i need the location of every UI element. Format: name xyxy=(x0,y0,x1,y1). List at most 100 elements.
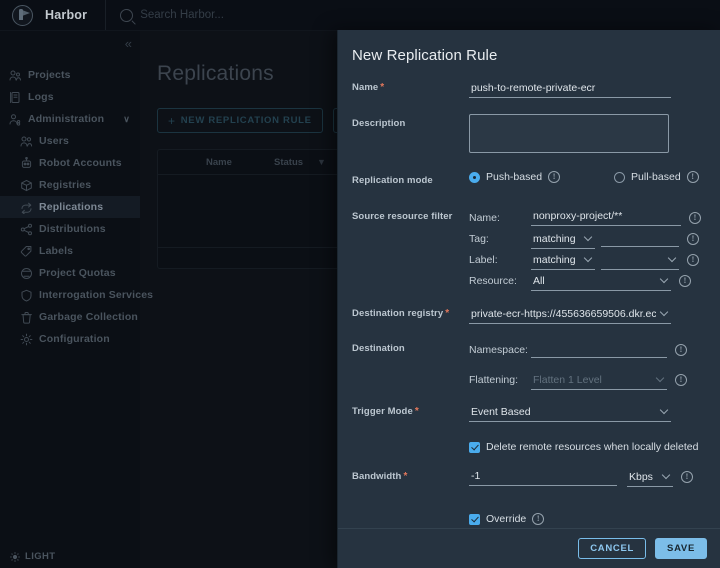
name-input[interactable] xyxy=(469,81,671,98)
sidebar-item-configuration[interactable]: Configuration xyxy=(0,328,140,350)
info-icon[interactable]: ! xyxy=(689,212,701,224)
filter-label-value-select[interactable] xyxy=(601,253,679,270)
robot-icon xyxy=(20,157,33,170)
new-replication-rule-button[interactable]: + NEW REPLICATION RULE xyxy=(157,108,323,133)
theme-toggle[interactable]: LIGHT xyxy=(10,551,56,562)
radio-push-based-indicator[interactable] xyxy=(469,172,480,183)
required-marker: * xyxy=(403,471,407,482)
destination-flattening-row: Flattening: Flatten 1 LevelNo Flattening… xyxy=(469,369,707,390)
sidebar-item-projects[interactable]: Projects xyxy=(0,64,140,86)
delete-remote-checkbox-row[interactable]: Delete remote resources when locally del… xyxy=(469,441,707,453)
radio-pull-based-indicator[interactable] xyxy=(614,172,625,183)
sidebar-item-interrogation-services[interactable]: Interrogation Services xyxy=(0,284,140,306)
search-input[interactable] xyxy=(140,9,330,21)
field-row-bandwidth: Bandwidth* KbpsMbps ! xyxy=(352,467,707,491)
override-checkbox-row[interactable]: Override ! xyxy=(469,513,707,525)
info-icon[interactable]: ! xyxy=(687,254,699,266)
destination-registry-select-wrap: private-ecr-https://455636659506.dkr.ecr… xyxy=(469,304,671,324)
search-icon xyxy=(120,9,133,22)
destination-namespace-input[interactable] xyxy=(531,341,667,358)
sidebar-item-logs[interactable]: Logs xyxy=(0,86,140,108)
filter-label-mode-select[interactable]: matchingexcluding xyxy=(531,253,595,270)
harbor-app: Harbor « Projects LogsAdministration∨User… xyxy=(0,0,720,568)
bandwidth-unit-select[interactable]: KbpsMbps xyxy=(627,470,673,487)
filter-name-field: ! xyxy=(531,209,701,226)
labels-icon xyxy=(20,245,33,258)
filter-resource-select[interactable]: AllImageChart xyxy=(531,274,671,291)
distributions-icon xyxy=(20,223,33,236)
cancel-button[interactable]: CANCEL xyxy=(578,538,646,559)
destination-registry-field: private-ecr-https://455636659506.dkr.ecr… xyxy=(469,304,707,324)
filter-row-resource: Resource: AllImageChart ! xyxy=(469,270,707,291)
override-checkbox[interactable] xyxy=(469,514,480,525)
trigger-mode-field: Event BasedManualScheduled xyxy=(469,402,707,422)
save-button[interactable]: SAVE xyxy=(655,538,707,559)
sidebar-collapse-row[interactable]: « xyxy=(0,30,140,56)
source-resource-filter-rows: Name: ! Tag: matchingexcluding xyxy=(469,207,707,291)
interrogation-services-icon xyxy=(20,289,33,302)
filter-icon[interactable]: ▼ xyxy=(317,157,326,167)
modal-title: New Replication Rule xyxy=(352,47,720,64)
field-row-name: Name* xyxy=(352,78,707,102)
sidebar-item-replications[interactable]: Replications xyxy=(0,196,140,218)
filter-resource-label: Resource: xyxy=(469,275,531,287)
sidebar-item-registries[interactable]: Registries xyxy=(0,174,140,196)
double-chevron-left-icon[interactable]: « xyxy=(125,37,130,50)
info-icon[interactable]: ! xyxy=(687,233,699,245)
sidebar-item-label: Replications xyxy=(39,201,103,213)
info-icon[interactable]: ! xyxy=(687,171,699,183)
trigger-mode-select[interactable]: Event BasedManualScheduled xyxy=(469,405,671,422)
destination-registry-label: Destination registry* xyxy=(352,304,469,319)
sidebar-item-users[interactable]: Users xyxy=(0,130,140,152)
sidebar-item-labels[interactable]: Labels xyxy=(0,240,140,262)
info-icon[interactable]: ! xyxy=(532,513,544,525)
description-textarea[interactable] xyxy=(469,114,669,153)
bandwidth-input[interactable] xyxy=(469,469,617,486)
info-icon[interactable]: ! xyxy=(679,275,691,287)
replications-icon xyxy=(20,201,33,214)
sidebar-item-label: Labels xyxy=(39,245,73,257)
info-icon[interactable]: ! xyxy=(681,471,693,483)
trigger-mode-label: Trigger Mode* xyxy=(352,402,469,417)
info-icon[interactable]: ! xyxy=(675,374,687,386)
delete-remote-label: Delete remote resources when locally del… xyxy=(486,441,698,453)
brand[interactable]: Harbor xyxy=(0,0,87,30)
sidebar-item-label: Garbage Collection xyxy=(39,311,138,323)
destination-registry-select[interactable]: private-ecr-https://455636659506.dkr.ecr… xyxy=(469,307,671,324)
destination-flattening-select[interactable]: Flatten 1 LevelNo FlatteningFlatten All … xyxy=(531,373,667,390)
gear-icon xyxy=(20,333,33,346)
filter-label-label: Label: xyxy=(469,254,531,266)
modal-footer: CANCEL SAVE xyxy=(338,528,720,568)
sidebar-item-label: Registries xyxy=(39,179,91,191)
filter-row-label: Label: matchingexcluding ! xyxy=(469,249,707,270)
name-field-wrap xyxy=(469,78,707,98)
sidebar-item-administration[interactable]: Administration∨ xyxy=(0,108,140,130)
chevron-down-icon[interactable]: ∨ xyxy=(123,114,130,125)
table-header-status-label: Status xyxy=(274,157,303,168)
filter-tag-input[interactable] xyxy=(601,230,679,247)
sidebar-item-garbage-collection[interactable]: Garbage Collection xyxy=(0,306,140,328)
filter-name-input[interactable] xyxy=(531,209,681,226)
project-quotas-icon xyxy=(20,267,33,280)
sidebar-item-robot-accounts[interactable]: Robot Accounts xyxy=(0,152,140,174)
delete-remote-checkbox[interactable] xyxy=(469,442,480,453)
description-field-wrap xyxy=(469,114,707,158)
sidebar-item-project-quotas[interactable]: Project Quotas xyxy=(0,262,140,284)
field-row-destination-registry: Destination registry* private-ecr-https:… xyxy=(352,304,707,328)
radio-push-based[interactable]: Push-based ! xyxy=(469,171,560,183)
search-box[interactable] xyxy=(120,0,330,30)
header-divider xyxy=(105,0,106,30)
sidebar-item-label: Configuration xyxy=(39,333,110,345)
override-label: Override xyxy=(486,513,526,525)
info-icon[interactable]: ! xyxy=(675,344,687,356)
sidebar-item-label: Projects xyxy=(28,69,71,81)
sidebar-item-distributions[interactable]: Distributions xyxy=(0,218,140,240)
filter-tag-mode-select[interactable]: matchingexcluding xyxy=(531,232,595,249)
radio-pull-based[interactable]: Pull-based ! xyxy=(614,171,699,183)
name-label: Name* xyxy=(352,78,469,93)
destination-namespace-label: Namespace: xyxy=(469,344,531,356)
info-icon[interactable]: ! xyxy=(548,171,560,183)
top-header-bar: Harbor xyxy=(0,0,720,31)
table-header-name[interactable]: Name xyxy=(196,157,264,168)
name-label-text: Name xyxy=(352,82,378,93)
